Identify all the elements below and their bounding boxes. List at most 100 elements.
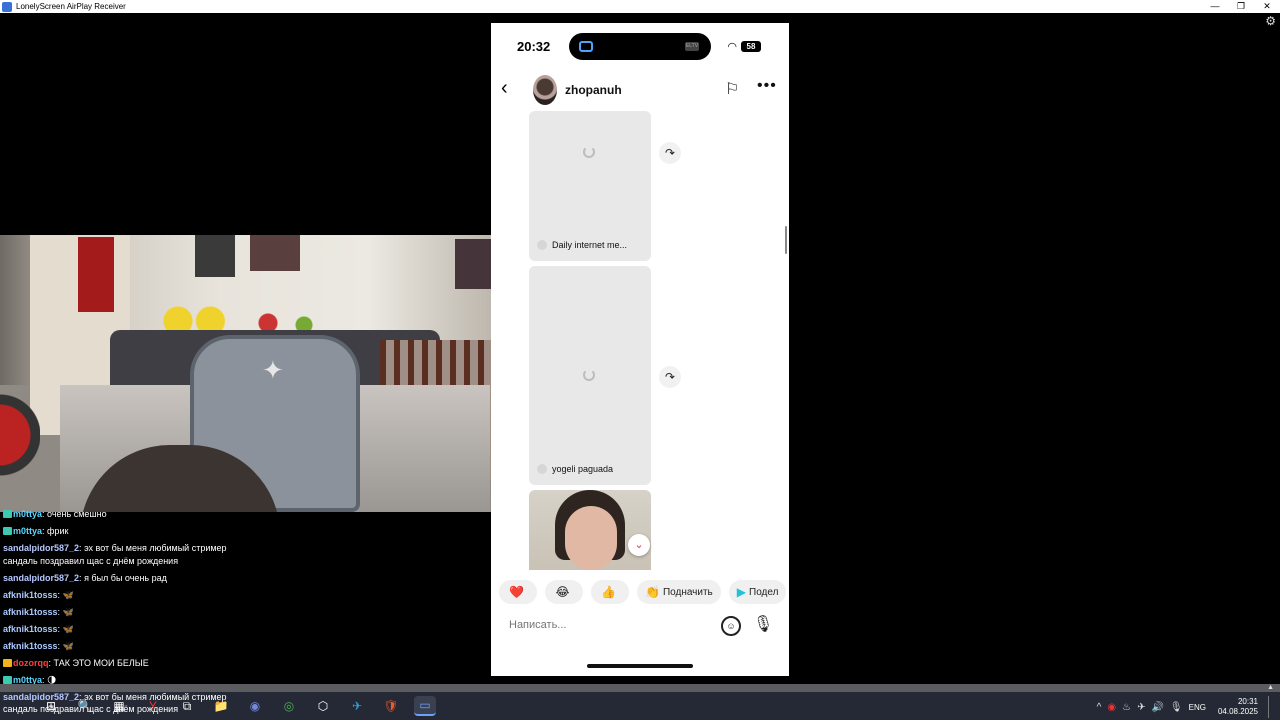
share-chip-label: Подел (749, 586, 779, 598)
nudge-label: Подначить (662, 586, 713, 598)
reaction-thumbs-up-button[interactable]: 👍 (591, 580, 629, 604)
telegram-tray-icon[interactable]: ✈ (1137, 702, 1145, 713)
chat-message: sandalpidor587_2: я был бы очень рад (3, 573, 167, 583)
chat-text: ТАК ЭТО МОИ БЕЛЫЕ (53, 658, 149, 668)
shared-video-card[interactable]: Daily internet me... (529, 111, 651, 261)
settings-gear-icon[interactable]: ⚙ (1265, 14, 1276, 28)
shared-video-card[interactable]: yogeli paguada (529, 266, 651, 485)
chat-text: очень смешно (47, 509, 107, 519)
chat-message: afknik1tosss: 🦋 (3, 590, 74, 600)
webcam-fan (0, 365, 40, 505)
loading-spinner-icon (583, 146, 595, 158)
share-chip-button[interactable]: ▶ Подел (728, 580, 787, 604)
laugh-icon: 😂 (555, 585, 570, 599)
chat-username: sandalpidor587_2 (3, 543, 80, 553)
play-icon: ▶ (736, 585, 747, 599)
chat-text: эх вот бы меня любимый стример (84, 692, 227, 702)
minimize-button[interactable]: — (1202, 0, 1228, 13)
webcam-poster (78, 237, 114, 312)
message-composer: ☺ 🎙 (499, 614, 781, 640)
island-indicator: ELTV (685, 42, 699, 51)
subscriber-badge-icon (3, 527, 12, 535)
reaction-heart-button[interactable]: ❤️ (499, 580, 537, 604)
phone-mirror: 20:32 ELTV ◠ 58 ‹ zhopanuh ⚐ ••• Daily i… (491, 23, 789, 676)
message-input[interactable] (509, 619, 709, 631)
dynamic-island: ELTV (569, 33, 711, 60)
sticker-icon[interactable]: ☺ (721, 616, 741, 636)
shared-video-thumbnail[interactable] (529, 490, 651, 570)
share-arrow-icon[interactable]: ↷ (659, 366, 681, 388)
chat-text: сандаль поздравил щас с днём рождения (3, 704, 179, 714)
phone-status-bar: 20:32 ELTV ◠ 58 (491, 23, 789, 69)
chat-username: afknik1tosss (3, 624, 58, 634)
share-arrow-icon[interactable]: ↷ (659, 142, 681, 164)
clock-date: 04.08.2025 (1217, 707, 1258, 716)
chat-username: m0ttya (13, 526, 43, 536)
home-indicator (587, 664, 693, 668)
show-hidden-icons-icon[interactable]: ^ (1097, 702, 1102, 713)
taskbar-clock[interactable]: 20:31 04.08.2025 (1218, 697, 1258, 717)
more-options-icon[interactable]: ••• (757, 77, 777, 95)
chair-logo-icon: ✦ (262, 355, 284, 385)
language-indicator[interactable]: ENG (1189, 703, 1206, 712)
webcam-poster (455, 239, 492, 289)
chat-username: afknik1tosss (3, 607, 58, 617)
wifi-icon: ◠ (727, 41, 737, 53)
chat-overflow: sandalpidor587_2: эх вот бы меня любимый… (3, 691, 227, 715)
author-avatar-icon (537, 240, 547, 250)
chat-username: dozorqq (13, 658, 49, 668)
chat-scrollbar[interactable] (785, 226, 787, 254)
quick-reactions-bar: ❤️ 😂 👍 👏 Подначить ▶ Подел (499, 580, 789, 604)
card-caption-text: yogeli paguada (552, 464, 614, 474)
author-avatar-icon (537, 464, 547, 474)
chat-username: afknik1tosss (3, 641, 58, 651)
screen-mirroring-icon (579, 41, 593, 52)
show-desktop-button[interactable] (1268, 696, 1272, 718)
avatar[interactable] (533, 75, 557, 105)
card-caption: yogeli paguada (537, 464, 613, 474)
nudge-button[interactable]: 👏 Подначить (637, 580, 721, 604)
chat-message: sandalpidor587_2: эх вот бы меня любимый… (3, 692, 227, 702)
chat-message: m0ttya: очень смешно (3, 508, 107, 520)
chat-message: afknik1tosss: 🦋 (3, 607, 74, 617)
lonelyscreen-taskbar-icon[interactable]: ▭ (414, 696, 436, 716)
chat-text: сандаль поздравил щас с днём рождения (3, 556, 179, 566)
microphone-icon[interactable]: 🎙 (753, 614, 773, 634)
chat-message: dozorqq: ТАК ЭТО МОИ БЕЛЫЕ (3, 657, 149, 669)
steam-icon[interactable]: ♨ (1122, 702, 1131, 713)
brave-icon[interactable]: 🛡 (380, 696, 402, 716)
clap-icon: 👏 (645, 585, 660, 599)
discord-icon[interactable]: ◉ (244, 696, 266, 716)
webcam-poster (250, 235, 300, 271)
chat-text: фрик (47, 526, 69, 536)
obs-icon[interactable]: ⬡ (312, 696, 334, 716)
heart-icon: ❤️ (509, 585, 524, 599)
chat-username: afknik1tosss (3, 590, 58, 600)
close-button[interactable]: ✕ (1254, 0, 1280, 13)
volume-icon[interactable]: 🔊 (1151, 702, 1163, 713)
report-flag-icon[interactable]: ⚐ (725, 79, 739, 99)
chat-message: afknik1tosss: 🦋 (3, 624, 74, 634)
chat-message: m0ttya: фрик (3, 525, 68, 537)
reaction-laugh-button[interactable]: 😂 (545, 580, 583, 604)
chat-message-continued: сандаль поздравил щас с днём рождения (3, 703, 227, 715)
chat-header: ‹ zhopanuh ⚐ ••• (491, 73, 789, 107)
chat-username-title[interactable]: zhopanuh (565, 83, 622, 97)
back-arrow-icon[interactable]: ‹ (501, 77, 508, 100)
chat-text: я был бы очень рад (84, 573, 167, 583)
chat-username: sandalpidor587_2 (3, 573, 80, 583)
status-time: 20:32 (517, 39, 551, 54)
chat-message: afknik1tosss: 🦋 (3, 641, 74, 651)
thumbs-up-icon: 👍 (601, 585, 616, 599)
clock-time: 20:31 (1237, 697, 1258, 706)
telegram-icon[interactable]: ✈ (346, 696, 368, 716)
microphone-tray-icon[interactable]: 🎙 (1170, 702, 1183, 713)
chat-message-continued: сандаль поздравил щас с днём рождения (3, 555, 178, 567)
webcam-feed: ✦ (0, 235, 492, 512)
chrome-icon[interactable]: ◎ (278, 696, 300, 716)
app-icon (2, 1, 12, 12)
tray-app-icon[interactable]: ◉ (1107, 702, 1116, 713)
scroll-down-chevron-icon[interactable]: ⌄ (628, 534, 650, 556)
restore-button[interactable]: ❐ (1228, 0, 1254, 13)
window-title-bar: LonelyScreen AirPlay Receiver — ❐ ✕ (0, 0, 1280, 13)
